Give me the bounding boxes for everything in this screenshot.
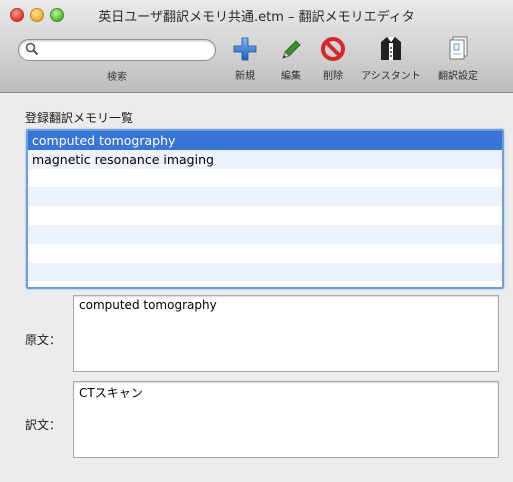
search-input[interactable]: [18, 39, 216, 61]
empty-list-row: [28, 206, 502, 225]
empty-list-row: [28, 244, 502, 263]
delete-button[interactable]: 削除: [316, 32, 350, 82]
edit-button[interactable]: 編集: [274, 32, 308, 82]
source-label: 原文：: [25, 333, 62, 347]
translation-memory-editor-window: 英日ユーザ翻訳メモリ共通.etm – 翻訳メモリエディタ 検索 新規 編集 削除…: [0, 0, 513, 482]
source-text-field[interactable]: computed tomography: [73, 295, 499, 372]
delete-label: 削除: [323, 71, 343, 82]
document-icon: [449, 36, 468, 60]
empty-list-row: [28, 224, 502, 244]
window-title: 英日ユーザ翻訳メモリ共通.etm – 翻訳メモリエディタ: [98, 10, 415, 25]
list-item[interactable]: magnetic resonance imaging: [28, 149, 502, 169]
toolbar: 英日ユーザ翻訳メモリ共通.etm – 翻訳メモリエディタ 検索 新規 編集 削除…: [0, 0, 513, 93]
memory-list-heading: 登録翻訳メモリ一覧: [25, 111, 134, 125]
new-button[interactable]: 新規: [228, 32, 262, 82]
pencil-icon: [282, 40, 301, 59]
empty-list-row: [28, 169, 502, 188]
assistant-label: アシスタント: [361, 71, 421, 82]
assistant-button[interactable]: アシスタント: [357, 32, 425, 82]
empty-list-row: [28, 187, 502, 207]
target-text-field[interactable]: CTスキャン: [73, 381, 499, 458]
empty-list-row: [28, 262, 502, 282]
translation-settings-button[interactable]: 翻訳設定: [432, 32, 484, 82]
target-label: 訳文：: [25, 418, 62, 432]
tuxedo-icon: [381, 36, 401, 60]
new-label: 新規: [235, 71, 255, 82]
memory-list[interactable]: computed tomography magnetic resonance i…: [26, 129, 504, 289]
source-text: computed tomography: [79, 298, 217, 312]
magnifier-icon: [25, 42, 39, 56]
search-label: 検索: [107, 72, 127, 83]
prohibit-icon: [321, 37, 345, 61]
plus-icon: [233, 37, 257, 61]
target-text: CTスキャン: [79, 386, 143, 400]
list-item[interactable]: computed tomography: [28, 131, 502, 150]
edit-label: 編集: [281, 71, 301, 82]
translation-settings-label: 翻訳設定: [438, 71, 478, 82]
